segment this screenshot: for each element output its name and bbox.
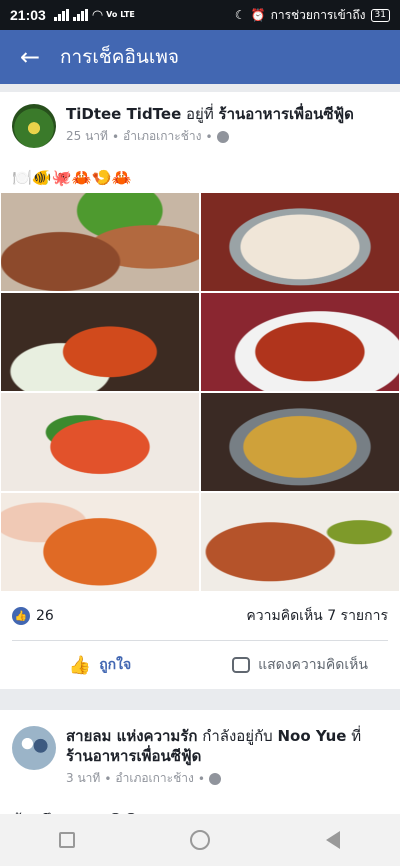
comment-button[interactable]: แสดงความคิดเห็น	[200, 654, 400, 676]
photo-shellfish-platter[interactable]	[0, 192, 200, 292]
at-word-2: ที่	[351, 727, 362, 745]
like-count[interactable]: 26	[36, 608, 54, 624]
post-time[interactable]: 25 นาที	[66, 127, 108, 146]
photo-grid	[0, 192, 400, 592]
back-triangle-icon	[326, 831, 341, 849]
like-button[interactable]: 👍 ถูกใจ	[0, 654, 200, 676]
globe-icon	[216, 130, 229, 143]
like-label: ถูกใจ	[99, 657, 132, 673]
home-button[interactable]	[170, 820, 230, 860]
page-title: การเช็คอินเพจ	[60, 46, 180, 68]
recents-button[interactable]	[37, 820, 97, 860]
post-headline: TiDtee TidTee อยู่ที่ ร้านอาหารเพื่อนซีฟ…	[66, 104, 354, 124]
photo-stir-fried-shellfish[interactable]	[0, 292, 200, 392]
lte-label: Vo LTE	[106, 10, 135, 19]
post-time-2[interactable]: 3 นาที	[66, 769, 100, 788]
photo-spicy-prawns[interactable]	[0, 392, 200, 492]
comment-count[interactable]: ความคิดเห็น 7 รายการ	[246, 605, 388, 627]
globe-icon-2	[208, 772, 221, 785]
avatar[interactable]	[12, 104, 56, 148]
action-bar: 👍 ถูกใจ แสดงความคิดเห็น	[0, 641, 400, 689]
moon-icon: ☾	[234, 8, 246, 22]
back-button[interactable]	[303, 820, 363, 860]
like-badge-icon: 👍	[12, 607, 30, 625]
post-text: 🍽️🐠🐙🦀🍤🦀	[12, 167, 132, 187]
alarm-icon: ⏰	[250, 8, 266, 22]
reaction-stats: 👍 26 ความคิดเห็น 7 รายการ	[0, 592, 400, 640]
place-name[interactable]: ร้านอาหารเพื่อนซีฟู้ด	[219, 105, 354, 123]
post-headline-2: สายลม แห่งความรัก กำลังอยู่กับ Noo Yue ท…	[66, 726, 390, 766]
photo-grilled-prawns[interactable]	[200, 492, 400, 592]
recents-icon	[58, 832, 75, 848]
post-meta: 25 นาที • อำเภอเกาะช้าง •	[66, 127, 354, 146]
author-name-2[interactable]: สายลม แห่งความรัก	[66, 727, 197, 745]
post-location-2[interactable]: อำเภอเกาะช้าง	[115, 769, 193, 788]
post-card-2: สายลม แห่งความรัก กำลังอยู่กับ Noo Yue ท…	[0, 710, 400, 820]
post-meta-2: 3 นาที • อำเภอเกาะช้าง •	[66, 769, 390, 788]
photo-seafood-tom-yum[interactable]	[200, 392, 400, 492]
avatar-2[interactable]	[12, 726, 56, 770]
author-name[interactable]: TiDtee TidTee	[66, 105, 181, 123]
tagged-name[interactable]: Noo Yue	[277, 727, 346, 745]
comment-label: แสดงความคิดเห็น	[258, 657, 368, 673]
comment-bubble-icon	[232, 657, 251, 673]
signal-icon-2	[72, 9, 88, 21]
thumbs-up-icon: 👍	[68, 654, 92, 676]
with-word: กำลังอยู่กับ	[202, 727, 273, 745]
photo-fried-fish-chili[interactable]	[200, 292, 400, 392]
meta-dot-3: •	[104, 771, 112, 786]
system-nav-bar	[0, 814, 400, 866]
back-arrow-icon[interactable]: ←	[0, 30, 60, 84]
app-bar: ← การเช็คอินเพจ	[0, 30, 400, 84]
status-bar: 21:03 ◠ Vo LTE ☾ ⏰ การช่วยการเข้าถึง 31	[0, 0, 400, 30]
status-time: 21:03	[10, 7, 46, 23]
battery-icon: 31	[370, 8, 390, 22]
meta-dot-2: •	[205, 129, 213, 144]
meta-dot-4: •	[197, 771, 205, 786]
post-location[interactable]: อำเภอเกาะช้าง	[123, 127, 201, 146]
post-header: TiDtee TidTee อยู่ที่ ร้านอาหารเพื่อนซีฟ…	[0, 92, 400, 158]
photo-chili-stir-fry[interactable]	[0, 492, 200, 592]
post-header-2: สายลม แห่งความรัก กำลังอยู่กับ Noo Yue ท…	[0, 710, 400, 786]
photo-seafood-soup[interactable]	[200, 192, 400, 292]
at-word: อยู่ที่	[186, 105, 214, 123]
signal-icon	[53, 9, 69, 21]
post-card: TiDtee TidTee อยู่ที่ ร้านอาหารเพื่อนซีฟ…	[0, 92, 400, 689]
meta-dot: •	[111, 129, 120, 144]
accessibility-text: การช่วยการเข้าถึง	[270, 7, 366, 22]
place-name-2[interactable]: ร้านอาหารเพื่อนซีฟู้ด	[66, 747, 201, 765]
wifi-icon: ◠	[91, 7, 104, 23]
home-icon	[189, 830, 210, 850]
